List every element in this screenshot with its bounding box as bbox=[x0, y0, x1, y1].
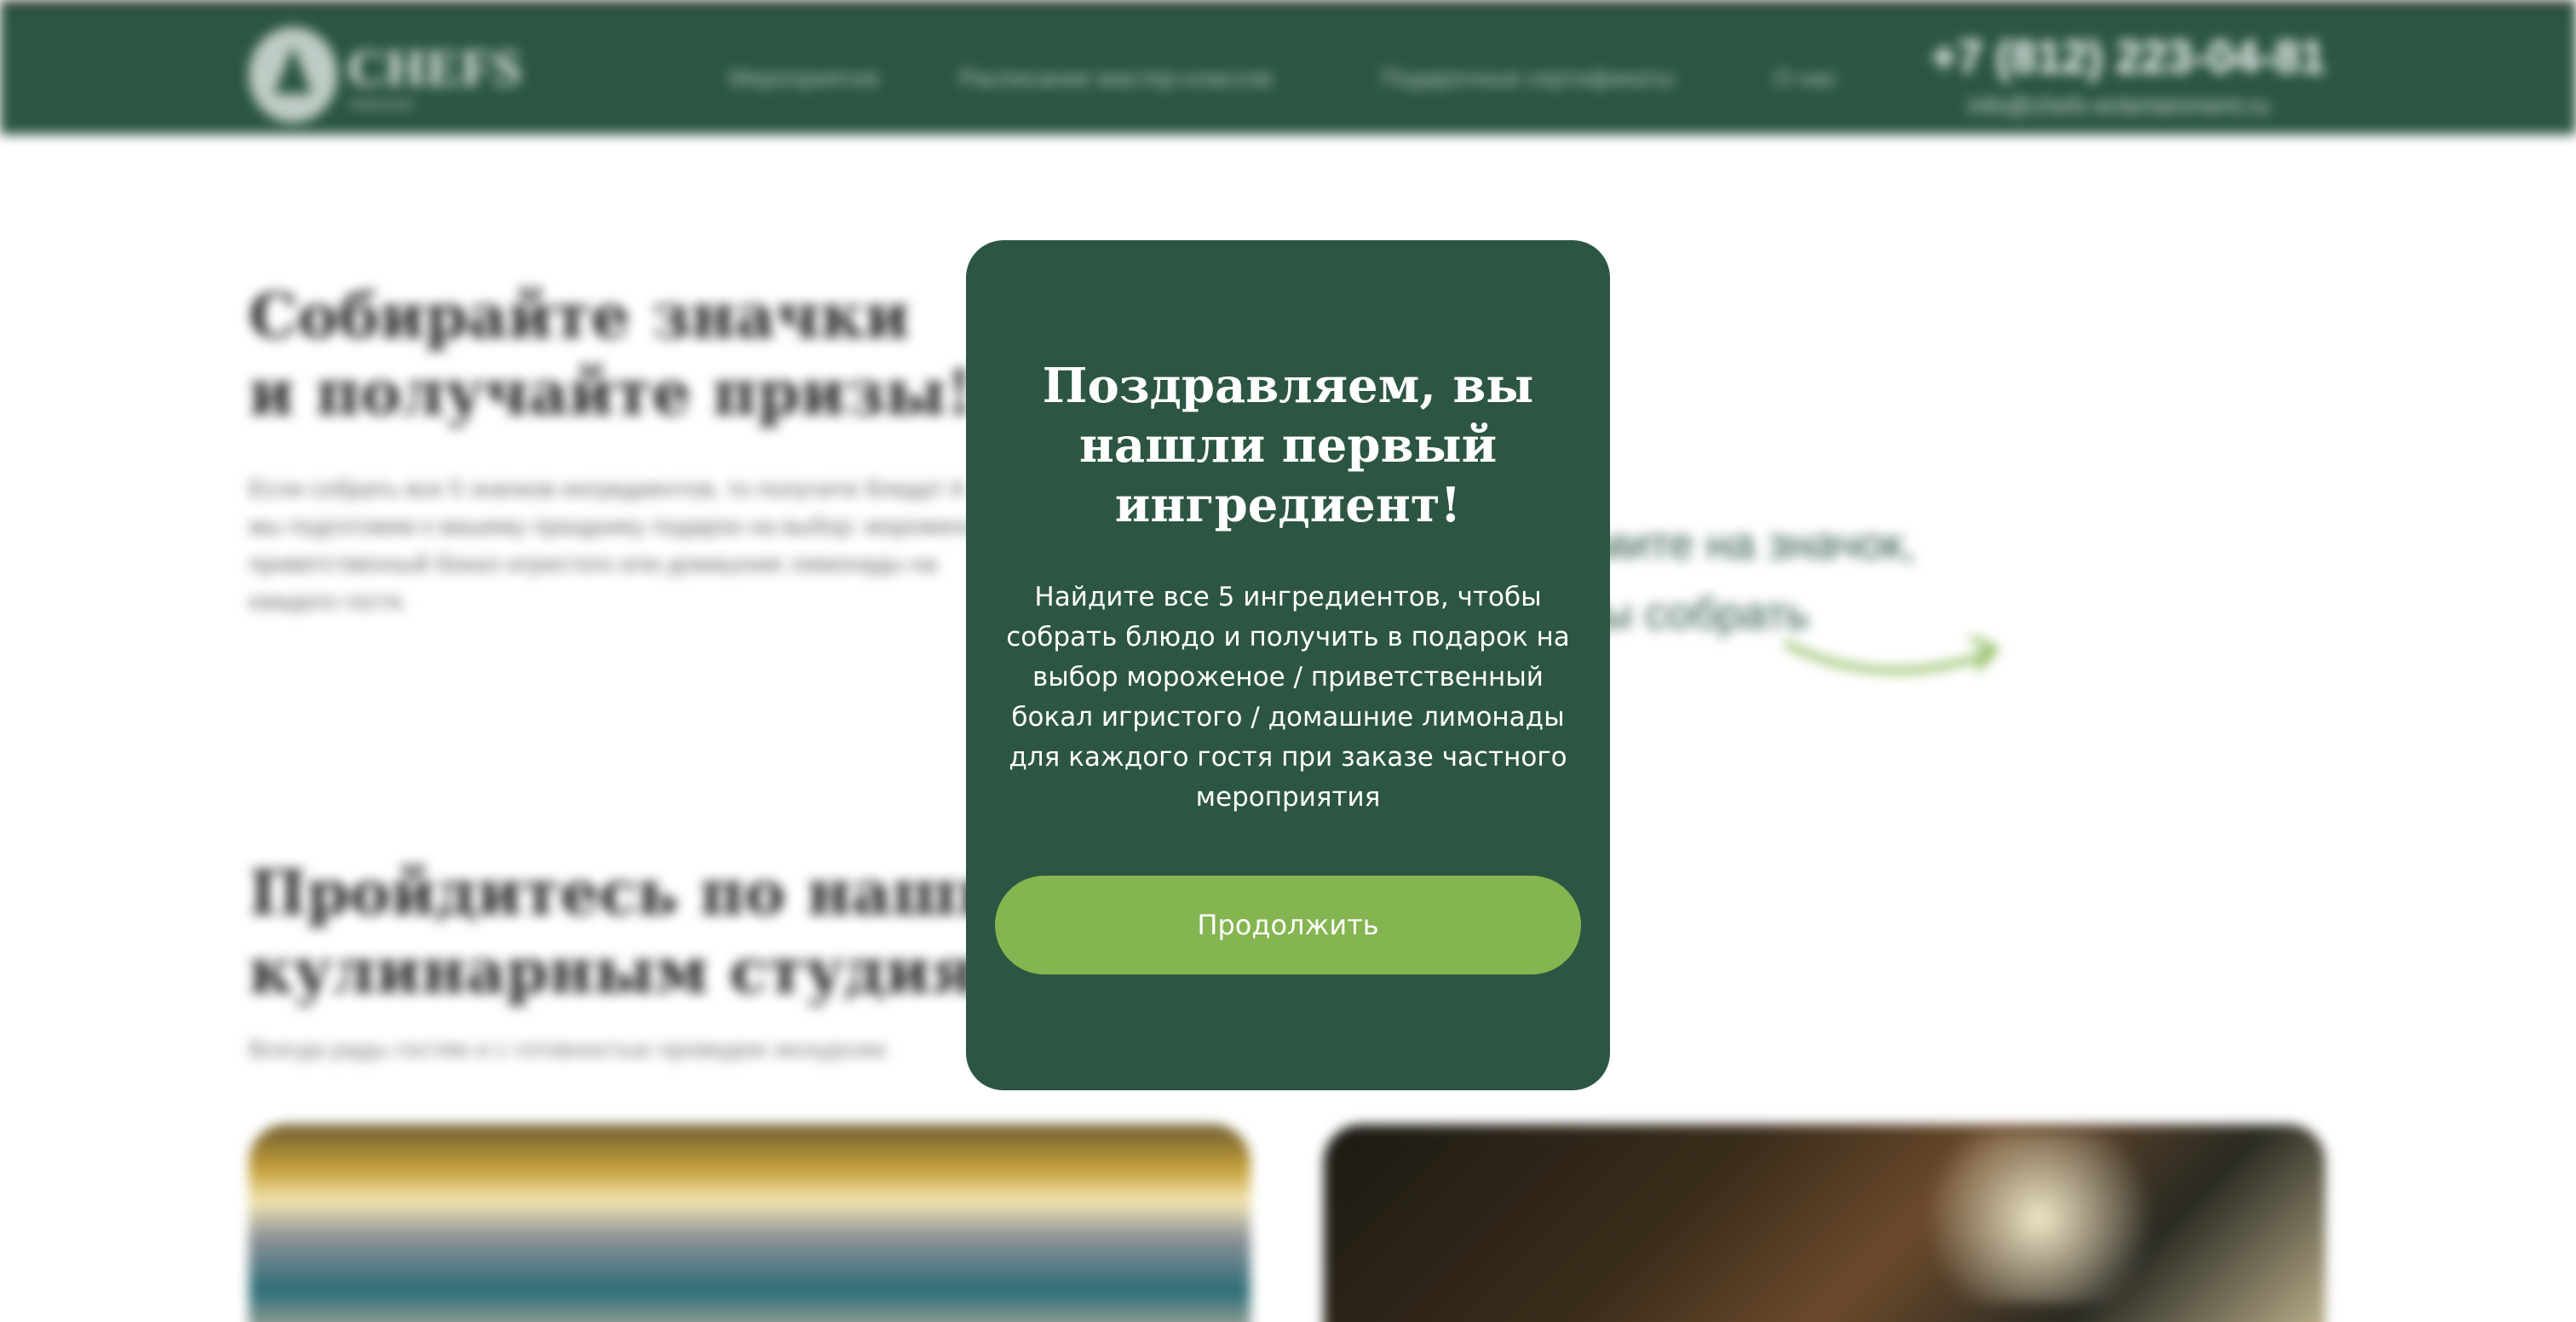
phone-number[interactable]: +7 (812) 223-04-81 bbox=[1930, 31, 2326, 83]
site-header: CHEFS Masterclass Мероприятия Расписание… bbox=[0, 7, 2576, 135]
studios-description: Всегда рады гостям и с готовностью прове… bbox=[249, 1036, 887, 1062]
logo-icon[interactable] bbox=[249, 27, 337, 123]
modal-title: Поздравляем, вы нашли первый ингредиент! bbox=[1042, 358, 1534, 533]
nav-item-schedule[interactable]: Расписание мастер-классов bbox=[959, 65, 1272, 92]
page: CHEFS Masterclass Мероприятия Расписание… bbox=[0, 0, 2576, 1322]
studios-heading-line2: кулинарным студиям bbox=[249, 934, 1030, 1007]
studios-heading: Пройдитесь по нашим кулинарным студиям bbox=[249, 854, 1056, 1010]
congrats-modal: Поздравляем, вы нашли первый ингредиент!… bbox=[966, 240, 1610, 1090]
badges-heading-line2: и получайте призы! bbox=[249, 356, 974, 428]
arrow-icon bbox=[1784, 635, 1998, 674]
email-link[interactable]: info@chefs-entertainment.ru bbox=[1968, 92, 2269, 119]
studio-photo-card[interactable] bbox=[249, 1124, 1251, 1322]
browser-top-strip bbox=[0, 0, 2576, 7]
studio-photo-card[interactable] bbox=[1324, 1124, 2326, 1322]
modal-text: Найдите все 5 ингредиентов, чтобы собрат… bbox=[1006, 582, 1570, 813]
continue-button[interactable]: Продолжить bbox=[995, 876, 1581, 974]
logo-subtitle: Masterclass bbox=[351, 97, 415, 111]
badges-description: Если собрать все 5 значков ингредиентов,… bbox=[249, 475, 997, 614]
badges-heading: Собирайте значки и получайте призы! bbox=[249, 278, 973, 431]
logo-text[interactable]: CHEFS bbox=[348, 39, 522, 98]
badges-heading-line1: Собирайте значки bbox=[249, 279, 911, 352]
nav-item-about[interactable]: О нас bbox=[1774, 65, 1837, 92]
nav-item-certificates[interactable]: Подарочные сертификаты bbox=[1382, 65, 1675, 92]
nav-item-events[interactable]: Мероприятия bbox=[729, 65, 879, 92]
studios-heading-line1: Пройдитесь по нашим bbox=[249, 856, 1056, 928]
